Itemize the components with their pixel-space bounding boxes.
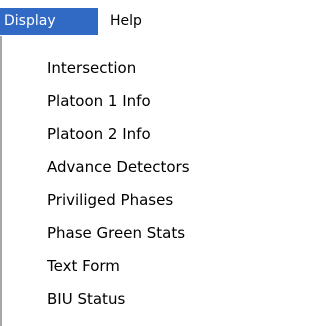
menu-item-intersection[interactable]: Intersection	[47, 52, 136, 84]
menu-item-priviliged-phases[interactable]: Priviliged Phases	[47, 184, 173, 216]
menu-display[interactable]: Display	[0, 8, 98, 35]
menu-item-platoon-1-info[interactable]: Platoon 1 Info	[47, 85, 151, 117]
menu-bar: Display Help	[0, 0, 271, 37]
menu-item-biu-status[interactable]: BIU Status	[47, 283, 125, 315]
menu-item-text-form[interactable]: Text Form	[47, 250, 120, 282]
display-dropdown-menu: Intersection Platoon 1 Info Platoon 2 In…	[0, 36, 271, 326]
menu-item-advance-detectors[interactable]: Advance Detectors	[47, 151, 190, 183]
menu-help[interactable]: Help	[104, 8, 148, 35]
menu-item-platoon-2-info[interactable]: Platoon 2 Info	[47, 118, 151, 150]
menu-item-phase-green-stats[interactable]: Phase Green Stats	[47, 217, 185, 249]
